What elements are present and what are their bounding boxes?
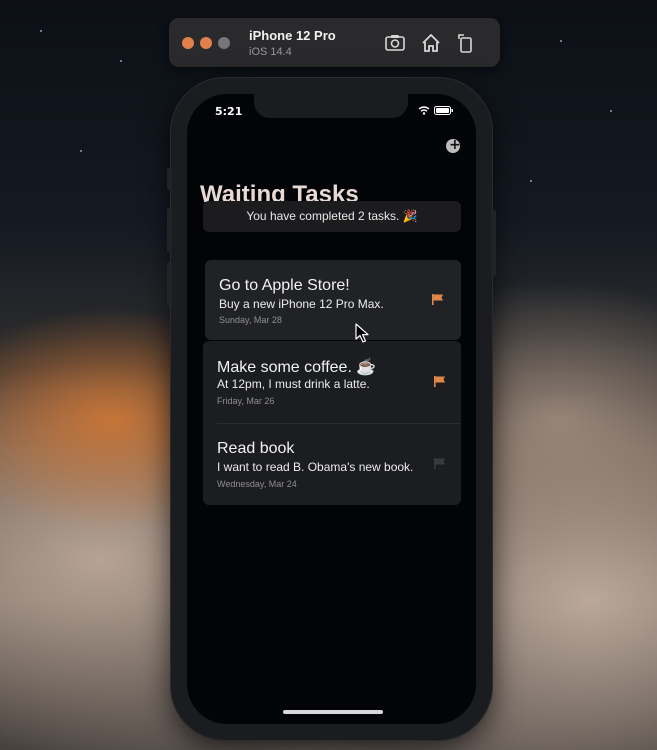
volume-down-button [167,262,172,306]
rotate-button[interactable] [455,32,477,54]
star [610,110,612,112]
close-window-button[interactable] [182,37,194,49]
status-time: 5:21 [215,105,243,118]
flag-outline-icon[interactable] [433,457,446,470]
iphone-frame: 5:21 + Waiting Tasks You have completed … [167,78,496,740]
flag-icon[interactable] [431,293,444,306]
flag-icon[interactable] [433,375,446,388]
task-title: Read book [217,440,295,457]
star [560,40,562,42]
camera-icon [385,35,405,51]
task-card[interactable]: Go to Apple Store! Buy a new iPhone 12 P… [205,260,461,340]
status-icons [418,106,454,115]
task-row[interactable]: Make some coffee. ☕ At 12pm, I must drin… [203,341,461,424]
minimize-window-button[interactable] [200,37,212,49]
battery-icon [434,106,453,115]
star [530,180,532,182]
notch [254,94,408,118]
task-title: Go to Apple Store! [219,277,350,294]
star [80,150,82,152]
screenshot-button[interactable] [384,32,406,54]
volume-up-button [167,208,172,252]
device-name: iPhone 12 Pro [249,28,336,43]
home-icon [422,34,440,52]
completed-banner: You have completed 2 tasks. 🎉 [203,201,461,232]
task-date: Wednesday, Mar 24 [217,479,297,489]
rotate-icon [458,34,472,53]
simulator-toolbar: iPhone 12 Pro iOS 14.4 [169,18,500,67]
home-indicator[interactable] [283,710,383,714]
power-button [491,210,496,276]
os-version: iOS 14.4 [249,46,292,58]
star [40,30,42,32]
mute-switch [167,168,172,190]
task-date: Friday, Mar 26 [217,396,275,406]
task-description: I want to read B. Obama's new book. [217,460,414,474]
home-button[interactable] [420,32,442,54]
task-title: Make some coffee. ☕ [217,359,377,376]
wifi-icon [418,106,430,115]
star [120,60,122,62]
task-description: At 12pm, I must drink a latte. [217,377,370,391]
phone-screen: 5:21 + Waiting Tasks You have completed … [187,94,476,724]
task-description: Buy a new iPhone 12 Pro Max. [219,297,384,311]
plus-circle-icon: + [449,137,461,153]
mouse-cursor-icon [355,323,369,343]
task-date: Sunday, Mar 28 [219,315,282,325]
task-list: Make some coffee. ☕ At 12pm, I must drin… [203,341,461,505]
task-row[interactable]: Read book I want to read B. Obama's new … [203,423,461,505]
add-task-button[interactable]: + [446,137,461,153]
zoom-window-button[interactable] [218,37,230,49]
